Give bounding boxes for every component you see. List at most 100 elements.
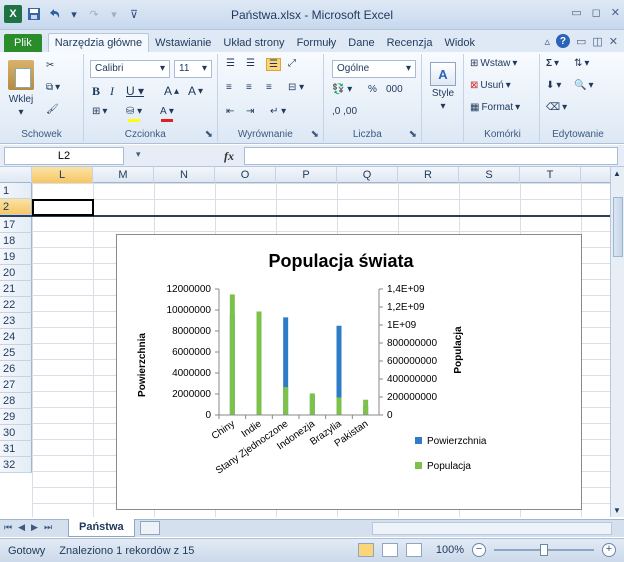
align-bottom-icon[interactable]: ☰ [266, 58, 281, 71]
close-icon[interactable]: ✕ [609, 35, 618, 48]
horizontal-scrollbar[interactable] [372, 522, 612, 535]
zoom-slider-thumb[interactable] [540, 544, 548, 556]
restore-icon[interactable]: ◻ [592, 6, 601, 19]
row-header[interactable]: 31 [0, 441, 32, 457]
bar-populacja[interactable] [363, 399, 369, 415]
column-header-s[interactable]: S [459, 167, 520, 183]
tab-insert[interactable]: Wstawianie [149, 34, 217, 52]
column-header-n[interactable]: N [154, 167, 215, 183]
number-format-select[interactable]: Ogólne ▾ [332, 60, 416, 78]
collapse-ribbon-icon[interactable]: ▵ [544, 35, 550, 48]
row-header[interactable]: 19 [0, 249, 32, 265]
dialog-launcher-icon[interactable]: ⬊ [205, 129, 213, 140]
row-header[interactable]: 20 [0, 265, 32, 281]
insert-function-icon[interactable]: fx [224, 149, 234, 164]
row-header[interactable]: 29 [0, 409, 32, 425]
minimize-icon[interactable]: ▭ [571, 6, 581, 19]
select-all-button[interactable] [0, 167, 32, 183]
name-box[interactable]: L2 [4, 147, 124, 165]
row-header[interactable]: 22 [0, 297, 32, 313]
tab-file[interactable]: Plik [4, 34, 42, 52]
bar-populacja[interactable] [309, 393, 315, 415]
align-center-icon[interactable]: ≡ [246, 82, 252, 93]
row-header[interactable]: 25 [0, 345, 32, 361]
column-header-l[interactable]: L [32, 167, 93, 183]
row-header[interactable]: 24 [0, 329, 32, 345]
insert-sheet-icon[interactable] [140, 521, 160, 535]
selected-cell[interactable] [32, 199, 94, 216]
merge-center-icon[interactable]: ⊟ ▾ [288, 82, 304, 93]
font-name-select[interactable]: Calibri ▾ [90, 60, 170, 78]
shrink-font-button[interactable]: A ▾ [188, 84, 203, 98]
find-select-button[interactable]: 🔍 ▾ [574, 80, 593, 91]
bar-populacja[interactable] [256, 311, 262, 416]
autosum-button[interactable]: Σ ▾ [546, 58, 559, 69]
paste-button[interactable]: Wklej ▾ [8, 60, 34, 118]
tab-view[interactable]: Widok [438, 34, 481, 52]
minimize-icon[interactable]: ▭ [576, 35, 586, 48]
last-sheet-icon[interactable]: ⏭ [44, 522, 52, 533]
row-header[interactable]: 28 [0, 393, 32, 409]
bold-button[interactable]: B [92, 84, 100, 99]
row-header[interactable]: 30 [0, 425, 32, 441]
align-middle-icon[interactable]: ☰ [246, 58, 255, 69]
bar-populacja[interactable] [229, 294, 235, 415]
bar-populacja[interactable] [336, 397, 342, 415]
borders-button[interactable]: ⊞ ▾ [92, 106, 107, 117]
column-header-t[interactable]: T [520, 167, 581, 183]
next-sheet-icon[interactable]: ▶ [31, 522, 38, 533]
font-size-select[interactable]: 11 ▾ [174, 60, 212, 78]
tab-home[interactable]: Narzędzia główne [47, 33, 150, 52]
grow-font-button[interactable]: A ▴ [164, 84, 179, 98]
name-box-dropdown-icon[interactable]: ▾ [136, 149, 141, 160]
align-right-icon[interactable]: ≡ [266, 82, 272, 93]
format-painter-button[interactable]: 🖌 [46, 104, 59, 115]
scroll-down-icon[interactable]: ▼ [613, 506, 621, 515]
clear-button[interactable]: ⌫ ▾ [546, 102, 567, 113]
close-icon[interactable]: ✕ [611, 6, 620, 19]
page-layout-view-button[interactable] [381, 543, 398, 557]
column-header-q[interactable]: Q [337, 167, 398, 183]
styles-button[interactable]: A Style ▾ [430, 62, 456, 112]
fill-button[interactable]: ⬇ ▾ [546, 80, 561, 91]
format-cells-button[interactable]: ▦ Format ▾ [470, 102, 520, 113]
font-color-button[interactable]: A ▾ [160, 106, 174, 122]
orientation-icon[interactable]: ⤢ [288, 58, 296, 69]
column-header-o[interactable]: O [215, 167, 276, 183]
vertical-scrollbar[interactable]: ▲ ▼ [610, 167, 624, 517]
row-header[interactable]: 32 [0, 457, 32, 473]
align-left-icon[interactable]: ≡ [226, 82, 232, 93]
zoom-level[interactable]: 100% [436, 544, 464, 556]
row-header[interactable]: 23 [0, 313, 32, 329]
column-header-m[interactable]: M [93, 167, 154, 183]
underline-button[interactable]: U ▾ [126, 84, 144, 98]
prev-sheet-icon[interactable]: ◀ [18, 522, 25, 533]
bar-populacja[interactable] [283, 387, 289, 415]
row-header[interactable]: 1 [0, 183, 32, 199]
page-break-view-button[interactable] [405, 543, 422, 557]
normal-view-button[interactable] [357, 543, 374, 557]
insert-cells-button[interactable]: ⊞ Wstaw ▾ [470, 58, 517, 69]
dialog-launcher-icon[interactable]: ⬊ [311, 129, 319, 140]
tab-review[interactable]: Recenzja [381, 34, 439, 52]
comma-style-button[interactable]: 000 [386, 84, 403, 95]
sort-filter-button[interactable]: ⇅ ▾ [574, 58, 589, 69]
formula-input[interactable] [244, 147, 618, 165]
row-header[interactable]: 18 [0, 233, 32, 249]
tab-formulas[interactable]: Formuły [291, 34, 343, 52]
tab-page-layout[interactable]: Układ strony [217, 34, 290, 52]
align-top-icon[interactable]: ☰ [226, 58, 235, 69]
increase-indent-icon[interactable]: ⇥ [246, 106, 254, 117]
zoom-in-button[interactable]: + [602, 543, 616, 557]
fill-color-button[interactable]: ⛁ ▾ [126, 106, 142, 122]
row-header[interactable]: 26 [0, 361, 32, 377]
row-header[interactable]: 2 [0, 199, 32, 215]
column-header-p[interactable]: P [276, 167, 337, 183]
row-header[interactable]: 27 [0, 377, 32, 393]
vertical-scroll-thumb[interactable] [613, 197, 623, 257]
chart[interactable]: Populacja świata 0 2000000 4000000 6000000 8… [116, 234, 582, 510]
restore-icon[interactable]: ◫ [592, 35, 602, 48]
percent-style-button[interactable]: % [368, 84, 377, 95]
cut-button[interactable]: ✂ [46, 60, 54, 71]
decimal-buttons[interactable]: ,0 ,00 [332, 106, 357, 117]
